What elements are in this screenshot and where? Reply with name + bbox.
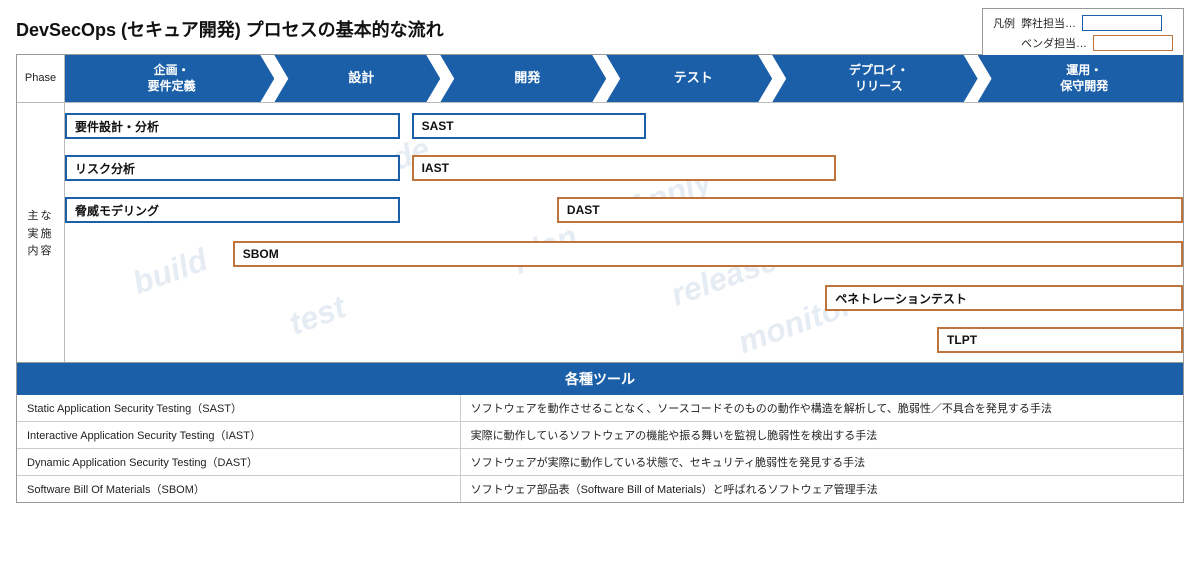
legend-our-box	[1082, 15, 1162, 31]
tool-row-0: Static Application Security Testing（SAST…	[17, 395, 1183, 422]
bar-threat: 脅威モデリング	[65, 197, 400, 223]
tools-table: Static Application Security Testing（SAST…	[17, 395, 1183, 502]
tool-name-3: Software Bill Of Materials（SBOM）	[17, 476, 460, 503]
bar-sbom: SBOM	[233, 241, 1183, 267]
content-grid: code Apply plan build release test monit…	[65, 103, 1183, 362]
tool-desc-1: 実際に動作しているソフトウェアの機能や振る舞いを監視し脆弱性を検出する手法	[460, 422, 1183, 449]
phase-label: Phase	[17, 55, 65, 102]
tool-desc-2: ソフトウェアが実際に動作している状態で、セキュリティ脆弱性を発見する手法	[460, 449, 1183, 476]
bar-dast: DAST	[557, 197, 1183, 223]
legend-title: 凡例	[993, 15, 1015, 31]
bar-pentest: ペネトレーションテスト	[825, 285, 1183, 311]
tool-desc-3: ソフトウェア部品表（Software Bill of Materials）と呼ば…	[460, 476, 1183, 503]
diagram: Phase 企画・要件定義 設計 開発 テスト デプロイ・リリース 運用・保守開…	[16, 54, 1184, 503]
legend-row-vendor: 凡例 ベンダ担当…	[993, 35, 1173, 51]
tool-row-2: Dynamic Application Security Testing（DAS…	[17, 449, 1183, 476]
page: 凡例 弊社担当… 凡例 ベンダ担当… DevSecOps (セキュア開発) プロ…	[0, 0, 1200, 567]
phase-cells: 企画・要件定義 設計 開発 テスト デプロイ・リリース 運用・保守開発	[65, 55, 1183, 102]
legend-row-our: 凡例 弊社担当…	[993, 15, 1173, 31]
content-label: 主な 実施 内容	[17, 103, 65, 362]
bar-risk: リスク分析	[65, 155, 400, 181]
tool-row-3: Software Bill Of Materials（SBOM）ソフトウェア部品…	[17, 476, 1183, 503]
tool-name-2: Dynamic Application Security Testing（DAS…	[17, 449, 460, 476]
tools-header: 各種ツール	[17, 363, 1183, 395]
phase-dev: 開発	[440, 55, 606, 102]
phase-row: Phase 企画・要件定義 設計 開発 テスト デプロイ・リリース 運用・保守開…	[17, 55, 1183, 102]
phase-deploy: デプロイ・リリース	[772, 55, 977, 102]
phase-design: 設計	[274, 55, 440, 102]
bars-layer: 要件設計・分析 SAST リスク分析 IAST 脅威モデリング DAST SBO…	[65, 103, 1183, 362]
content-area: 主な 実施 内容 code Apply plan build release t…	[17, 102, 1183, 362]
legend-our-label: 弊社担当…	[1021, 15, 1076, 31]
tools-section: 各種ツール Static Application Security Testin…	[17, 362, 1183, 502]
legend-vendor-label: ベンダ担当…	[1021, 35, 1087, 51]
bar-sast: SAST	[412, 113, 647, 139]
tool-name-1: Interactive Application Security Testing…	[17, 422, 460, 449]
bar-yoken: 要件設計・分析	[65, 113, 400, 139]
tool-name-0: Static Application Security Testing（SAST…	[17, 395, 460, 422]
tool-row-1: Interactive Application Security Testing…	[17, 422, 1183, 449]
phase-test: テスト	[606, 55, 772, 102]
phase-planning: 企画・要件定義	[65, 55, 274, 102]
bar-iast: IAST	[412, 155, 837, 181]
bar-tlpt: TLPT	[937, 327, 1183, 353]
legend: 凡例 弊社担当… 凡例 ベンダ担当…	[982, 8, 1184, 58]
phase-ops: 運用・保守開発	[978, 55, 1183, 102]
legend-vendor-box	[1093, 35, 1173, 51]
tool-desc-0: ソフトウェアを動作させることなく、ソースコードそのものの動作や構造を解析して、脆…	[460, 395, 1183, 422]
